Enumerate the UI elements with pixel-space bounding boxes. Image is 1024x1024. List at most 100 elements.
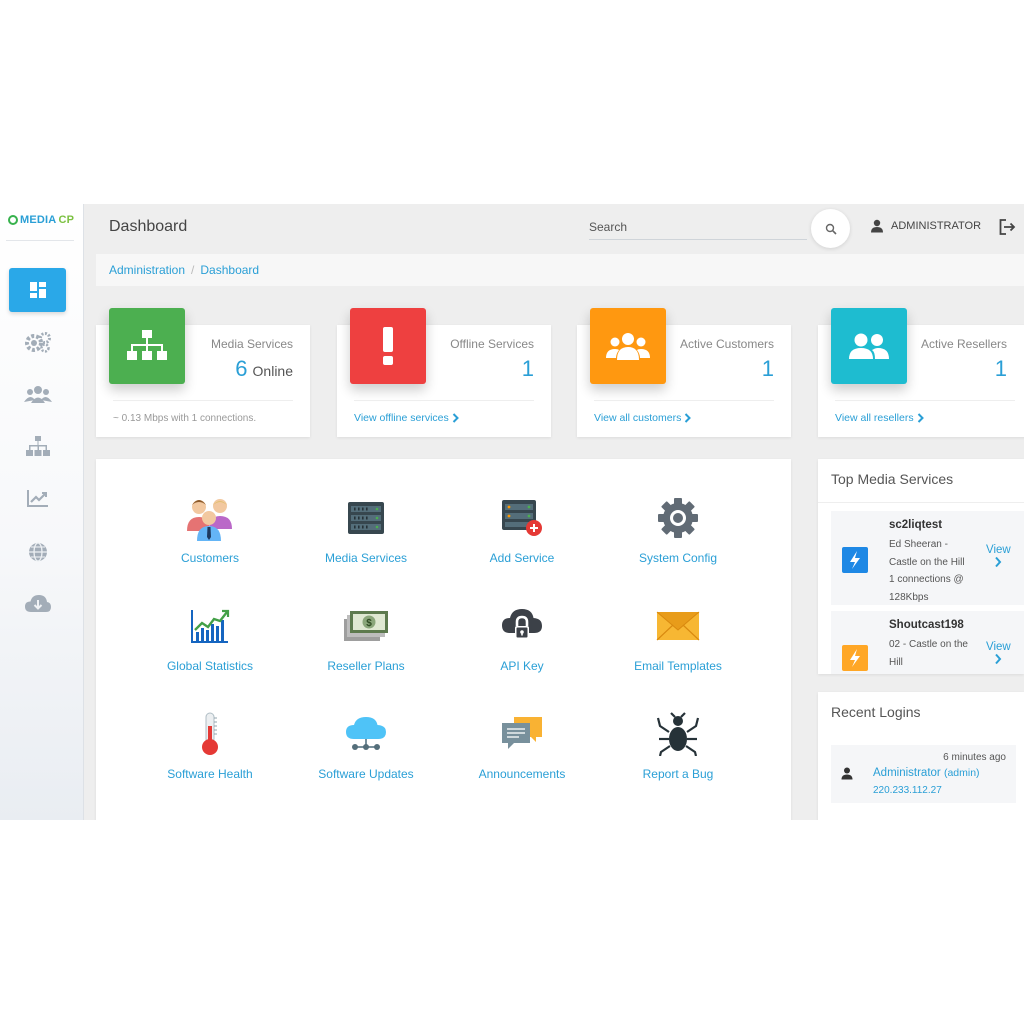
chevron-right-icon	[685, 413, 692, 423]
tool-reseller-plans[interactable]: $ Reseller Plans	[288, 600, 444, 690]
sign-out-icon	[999, 219, 1016, 235]
login-time: 6 minutes ago	[943, 752, 1006, 763]
brand-name: MEDIA	[20, 214, 57, 226]
breadcrumb: Administration / Dashboard	[96, 254, 1024, 286]
media-service-name: sc2liqtest	[889, 519, 943, 531]
stat-icon-box	[831, 308, 907, 384]
page-title: Dashboard	[109, 218, 188, 235]
sidebar-item-settings[interactable]	[9, 320, 66, 364]
tool-label: Media Services	[324, 551, 408, 565]
view-all-customers-link[interactable]: View all customers	[594, 412, 692, 424]
logout-button[interactable]	[998, 218, 1016, 241]
tool-announcements[interactable]: Announcements	[444, 708, 600, 798]
thermometer-icon	[202, 712, 218, 755]
stat-icon-box	[350, 308, 426, 384]
view-label: View	[986, 641, 1011, 653]
tool-label: Global Statistics	[166, 659, 254, 673]
statistics-chart-icon	[191, 609, 230, 643]
logo-mark-icon	[8, 215, 18, 225]
user-menu[interactable]: ADMINISTRATOR	[870, 219, 981, 233]
list-item: sc2liqtest Ed Sheeran - Castle on the Hi…	[831, 511, 1024, 605]
tool-label: Email Templates	[634, 659, 722, 673]
brand-name-accent: CP	[58, 214, 75, 226]
login-ip[interactable]: 220.233.112.27	[873, 785, 942, 796]
chevron-right-icon	[995, 653, 1002, 665]
users-icon	[849, 333, 889, 359]
stat-card-media-services: Media Services 6 Online ~ 0.13 Mbps with…	[96, 308, 310, 437]
users-icon	[23, 386, 52, 403]
line-chart-icon	[26, 490, 48, 507]
sidebar-item-network[interactable]	[9, 530, 66, 574]
cloud-download-icon	[24, 595, 51, 612]
divider	[835, 400, 1015, 401]
stat-value: 1	[761, 356, 774, 381]
stat-value: 1	[521, 356, 534, 381]
view-media-service-link[interactable]: View	[986, 544, 1011, 571]
stat-value: 6	[235, 356, 248, 381]
panel-title: Recent Logins	[831, 704, 921, 720]
users-icon	[606, 333, 650, 360]
list-item: Shoutcast198 02 - Castle on the Hill Vie…	[831, 611, 1024, 674]
user-icon	[871, 219, 883, 233]
search-box	[589, 216, 807, 240]
sidebar-item-statistics[interactable]	[9, 476, 66, 520]
sidebar-item-dashboard[interactable]	[9, 268, 66, 312]
breadcrumb-item-dashboard[interactable]: Dashboard	[200, 263, 259, 277]
top-bar: Dashboard ADMINISTRATOR	[84, 204, 1024, 254]
stat-value-row: 1	[995, 356, 1007, 382]
chevron-right-icon	[452, 413, 459, 423]
add-server-icon	[502, 500, 542, 536]
tool-label: Announcements	[478, 767, 566, 781]
tool-customers[interactable]: Customers	[132, 492, 288, 582]
sidebar-item-downloads[interactable]	[9, 582, 66, 626]
recent-logins-panel: Recent Logins 6 minutes ago Administrato…	[818, 692, 1024, 820]
gear-icon	[658, 498, 698, 538]
stat-label: Active Customers	[679, 337, 774, 351]
stat-value-row: 1	[522, 356, 534, 382]
tool-media-services[interactable]: Media Services	[288, 492, 444, 582]
search-button[interactable]	[811, 209, 850, 248]
chevron-right-icon	[995, 556, 1002, 568]
tool-label: Software Updates	[318, 767, 414, 781]
tool-software-updates[interactable]: Software Updates	[288, 708, 444, 798]
breadcrumb-item-administration[interactable]: Administration	[109, 263, 185, 277]
divider	[113, 400, 293, 401]
media-service-description: Ed Sheeran - Castle on the Hill 1 connec…	[889, 539, 965, 603]
tool-email-templates[interactable]: Email Templates	[600, 600, 756, 690]
sidebar-item-services[interactable]	[9, 424, 66, 468]
stat-footer: ~ 0.13 Mbps with 1 connections.	[113, 413, 257, 424]
tool-software-health[interactable]: Software Health	[132, 708, 288, 798]
tool-api-key[interactable]: API Key	[444, 600, 600, 690]
tool-label: Add Service	[489, 551, 555, 565]
breadcrumb-separator: /	[191, 263, 195, 277]
search-input[interactable]	[589, 216, 807, 238]
view-media-service-link[interactable]: View	[986, 641, 1011, 668]
cloud-lock-icon	[502, 609, 542, 639]
tool-label: System Config	[638, 551, 718, 565]
tool-label: API Key	[500, 659, 544, 673]
divider	[818, 502, 1024, 503]
login-user-link[interactable]: Administrator (admin)	[873, 767, 980, 779]
bug-icon	[656, 712, 700, 756]
app-window: MEDIA CP Dashboard Search ADMINISTRATOR …	[0, 204, 1024, 820]
sidebar-item-customers[interactable]	[9, 372, 66, 416]
view-all-resellers-link[interactable]: View all resellers	[835, 412, 924, 424]
tool-add-service[interactable]: Add Service	[444, 492, 600, 582]
view-offline-services-link[interactable]: View offline services	[354, 412, 459, 424]
admin-tools-panel: Customers Media Services Add Service Sys…	[96, 459, 791, 820]
stat-card-active-customers: Active Customers 1 View all customers	[577, 308, 791, 437]
link-label: View offline services	[354, 412, 449, 424]
search-icon	[825, 223, 837, 235]
brand-logo[interactable]: MEDIA CP	[8, 214, 74, 226]
shoutcast-icon	[842, 547, 868, 573]
exclamation-icon	[383, 327, 393, 365]
stat-value-row: 6 Online	[235, 356, 293, 382]
tool-system-config[interactable]: System Config	[600, 492, 756, 582]
divider	[6, 240, 74, 241]
tool-global-statistics[interactable]: Global Statistics	[132, 600, 288, 690]
tool-report-bug[interactable]: Report a Bug	[600, 708, 756, 798]
list-item: 6 minutes ago Administrator (admin) 220.…	[831, 745, 1016, 803]
cloud-network-icon	[346, 717, 386, 750]
stat-label: Offline Services	[450, 337, 534, 351]
stat-icon-box	[109, 308, 185, 384]
